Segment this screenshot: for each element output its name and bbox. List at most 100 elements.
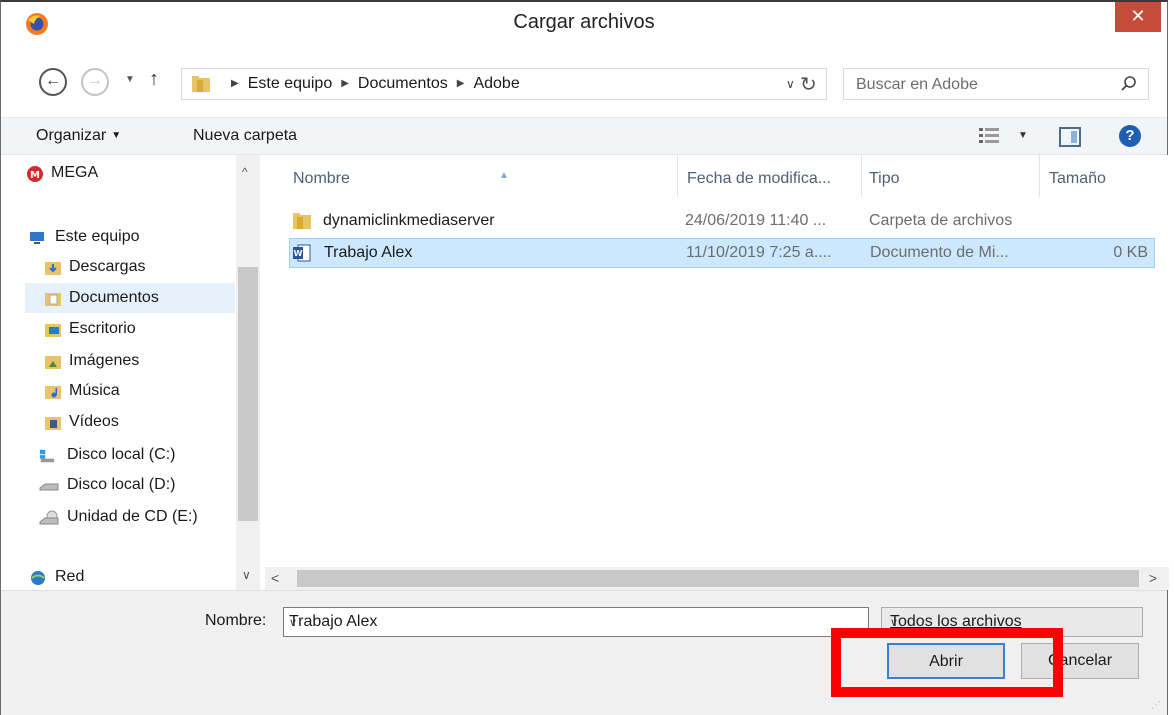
sidebar-item-label: Red: [55, 568, 85, 585]
filename-input[interactable]: Trabajo Alex ∨: [283, 607, 869, 637]
file-type: Documento de Mi...: [870, 244, 1009, 261]
desktop-folder-icon: [45, 324, 61, 337]
cd-drive-icon: [39, 510, 59, 525]
svg-text:M: M: [30, 170, 40, 181]
pictures-folder-icon: [45, 356, 61, 369]
sidebar-item-mega[interactable]: M MEGA: [25, 159, 235, 189]
chevron-down-icon[interactable]: ∨: [289, 616, 860, 629]
sidebar-item-label: Unidad de CD (E:): [67, 508, 198, 525]
folder-icon: [293, 213, 311, 229]
drive-icon: [39, 483, 59, 491]
sidebar-item-red[interactable]: Red: [25, 563, 235, 590]
sidebar-item-disco-c[interactable]: Disco local (C:): [25, 441, 235, 471]
column-header-type[interactable]: Tipo: [861, 155, 1039, 197]
sidebar-item-documentos[interactable]: Documentos: [25, 283, 235, 313]
column-header-name[interactable]: ▲ Nombre: [289, 155, 677, 197]
mega-icon: M: [27, 166, 43, 182]
navigation-bar: ← → ▼ ↑ ▶ Este equipo ▶ Documentos ▶ Adobe ∨ …: [1, 64, 1167, 104]
up-button[interactable]: ↑: [149, 68, 159, 91]
file-name: dynamiclinkmediaserver: [323, 212, 495, 229]
sidebar-item-este-equipo[interactable]: Este equipo: [25, 223, 235, 253]
new-folder-button[interactable]: Nueva carpeta: [193, 127, 297, 145]
address-bar[interactable]: ▶ Este equipo ▶ Documentos ▶ Adobe ∨ ↻: [181, 68, 827, 100]
view-options-icon[interactable]: [979, 127, 999, 145]
file-row[interactable]: W Trabajo Alex 11/10/2019 7:25 a.... Doc…: [289, 238, 1155, 268]
scrollbar-thumb[interactable]: [238, 267, 258, 521]
file-name: Trabajo Alex: [324, 244, 413, 261]
organize-label: Organizar: [36, 127, 107, 144]
chevron-down-icon[interactable]: ∨: [890, 616, 1132, 629]
search-icon[interactable]: [1120, 75, 1138, 93]
filename-label: Nombre:: [205, 612, 267, 629]
search-placeholder: Buscar en Adobe: [856, 76, 978, 93]
forward-button[interactable]: →: [81, 68, 109, 96]
title-bar: Cargar archivos ✕: [1, 2, 1167, 44]
breadcrumb-este-equipo[interactable]: Este equipo: [248, 75, 333, 92]
network-icon: [31, 571, 45, 585]
dialog-title: Cargar archivos: [513, 11, 655, 33]
help-icon[interactable]: ?: [1119, 125, 1141, 147]
open-button[interactable]: Abrir: [887, 643, 1005, 679]
scroll-left-icon[interactable]: <: [271, 570, 279, 586]
sidebar-item-label: Documentos: [69, 289, 159, 306]
file-size: 0 KB: [1113, 244, 1148, 261]
videos-folder-icon: [45, 417, 61, 430]
sidebar-item-label: Música: [69, 382, 120, 399]
file-list-horizontal-scrollbar[interactable]: < >: [265, 567, 1169, 590]
scroll-up-icon[interactable]: ^: [242, 165, 248, 179]
breadcrumb: ▶ Este equipo ▶ Documentos ▶ Adobe: [231, 75, 520, 92]
command-toolbar: Organizar ▼ Nueva carpeta ▼ ?: [1, 117, 1167, 155]
recent-locations-chevron-icon[interactable]: ▼: [125, 74, 135, 85]
sidebar-item-cd-e[interactable]: Unidad de CD (E:): [25, 503, 235, 533]
windows-drive-icon: [39, 449, 55, 463]
documents-folder-icon: [45, 293, 61, 306]
address-history-chevron-icon[interactable]: ∨: [786, 77, 795, 91]
downloads-folder-icon: [45, 262, 61, 275]
sidebar-item-label: Disco local (C:): [67, 446, 176, 463]
breadcrumb-adobe[interactable]: Adobe: [473, 75, 519, 92]
sidebar-item-label: Disco local (D:): [67, 476, 176, 493]
sidebar-item-disco-d[interactable]: Disco local (D:): [25, 471, 235, 501]
file-modified: 24/06/2019 11:40 ...: [685, 212, 827, 229]
file-row[interactable]: dynamiclinkmediaserver 24/06/2019 11:40 …: [289, 207, 1155, 237]
search-input[interactable]: Buscar en Adobe: [843, 68, 1149, 100]
scroll-right-icon[interactable]: >: [1149, 570, 1157, 586]
scroll-down-icon[interactable]: ∨: [242, 568, 251, 582]
sidebar-item-musica[interactable]: Música: [25, 377, 235, 407]
scrollbar-thumb[interactable]: [297, 570, 1139, 587]
caret-down-icon: ▼: [111, 130, 122, 141]
navigation-pane: M MEGA Este equipo Descargas Documentos …: [25, 155, 265, 590]
sidebar-item-label: Escritorio: [69, 320, 136, 337]
sidebar-item-escritorio[interactable]: Escritorio: [25, 315, 235, 345]
column-header-size[interactable]: Tamaño: [1039, 155, 1155, 197]
sidebar-item-videos[interactable]: Vídeos: [25, 408, 235, 438]
cancel-button[interactable]: Cancelar: [1021, 643, 1139, 679]
view-options-caret-icon[interactable]: ▼: [1018, 130, 1028, 141]
file-type-filter-select[interactable]: Todos los archivos ∨: [881, 607, 1143, 637]
dialog-footer: Nombre: Trabajo Alex ∨ Todos los archivo…: [1, 590, 1167, 715]
organize-button[interactable]: Organizar ▼: [36, 127, 121, 145]
music-folder-icon: [45, 386, 61, 399]
file-type: Carpeta de archivos: [869, 212, 1013, 229]
sidebar-item-descargas[interactable]: Descargas: [25, 253, 235, 283]
sidebar-item-label: Descargas: [69, 258, 146, 275]
refresh-icon[interactable]: ↻: [800, 72, 817, 97]
column-header-modified[interactable]: Fecha de modifica...: [677, 155, 861, 197]
navigation-pane-scrollbar[interactable]: ^ ∨: [236, 155, 260, 590]
back-button[interactable]: ←: [39, 68, 67, 96]
breadcrumb-documentos[interactable]: Documentos: [358, 75, 448, 92]
file-modified: 11/10/2019 7:25 a....: [686, 244, 832, 261]
file-list: ▲ Nombre Fecha de modifica... Tipo Tamañ…: [265, 155, 1169, 590]
sidebar-item-imagenes[interactable]: Imágenes: [25, 347, 235, 377]
sidebar-item-label: Imágenes: [69, 352, 140, 369]
preview-pane-icon[interactable]: [1059, 127, 1081, 147]
close-button[interactable]: ✕: [1115, 2, 1161, 32]
sidebar-item-label: Vídeos: [69, 413, 119, 430]
sidebar-item-label: MEGA: [51, 164, 99, 181]
svg-text:W: W: [294, 249, 303, 258]
resize-grip-icon[interactable]: ⋰: [1151, 700, 1161, 711]
sidebar-item-label: Este equipo: [55, 228, 140, 245]
word-document-icon: W: [293, 244, 311, 262]
sort-ascending-icon: ▲: [499, 170, 509, 181]
file-open-dialog: Cargar archivos ✕ ← → ▼ ↑ ▶ Este equipo ▶ D…: [0, 0, 1169, 715]
